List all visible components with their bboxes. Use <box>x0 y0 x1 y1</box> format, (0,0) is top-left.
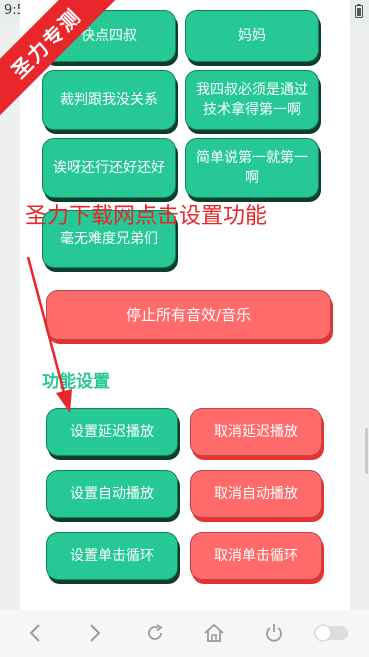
set-auto-play-button[interactable]: 设置自动播放 <box>46 470 178 518</box>
stop-all-label: 停止所有音效/音乐 <box>125 306 252 324</box>
sound-button-label: 裁判跟我没关系 <box>60 92 158 108</box>
sound-button-3[interactable]: 裁判跟我没关系 <box>42 70 176 130</box>
button-label: 取消单击循环 <box>214 548 298 564</box>
sound-button-2[interactable]: 妈妈 <box>185 10 319 62</box>
cancel-click-loop-button[interactable]: 取消单击循环 <box>190 532 322 580</box>
sound-button-label: 毫无难度兄弟们 <box>60 231 158 247</box>
battery-icon <box>355 4 363 18</box>
sound-button-label: 我四叔必须是通过技术拿得第一啊 <box>196 82 308 118</box>
sound-button-6[interactable]: 简单说第一就第一啊 <box>185 138 319 198</box>
sound-button-label: 快点四叔 <box>81 28 137 44</box>
home-icon[interactable] <box>203 623 225 643</box>
button-label: 设置自动播放 <box>70 486 154 502</box>
button-label: 取消延迟播放 <box>214 424 298 440</box>
set-delay-play-button[interactable]: 设置延迟播放 <box>46 408 178 456</box>
cancel-delay-play-button[interactable]: 取消延迟播放 <box>190 408 322 456</box>
sound-button-5[interactable]: 诶呀还行还好还好 <box>42 138 176 198</box>
stop-all-button[interactable]: 停止所有音效/音乐 <box>46 290 331 340</box>
refresh-icon[interactable] <box>145 623 165 643</box>
sound-button-4[interactable]: 我四叔必须是通过技术拿得第一啊 <box>185 70 319 130</box>
back-icon[interactable] <box>28 623 42 643</box>
button-label: 设置延迟播放 <box>70 424 154 440</box>
sound-button-label: 妈妈 <box>238 28 266 44</box>
sound-button-label: 诶呀还行还好还好 <box>53 160 165 176</box>
power-icon[interactable] <box>264 623 284 643</box>
arrow-icon <box>26 256 72 413</box>
sound-button-label: 简单说第一就第一啊 <box>196 150 308 186</box>
forward-icon[interactable] <box>88 623 102 643</box>
browser-bottom-nav <box>0 610 369 657</box>
toggle-icon[interactable] <box>313 622 349 644</box>
set-click-loop-button[interactable]: 设置单击循环 <box>46 532 178 580</box>
scrollbar[interactable] <box>365 428 368 474</box>
overlay-caption: 圣力下载网点击设置功能 <box>25 204 268 229</box>
cancel-auto-play-button[interactable]: 取消自动播放 <box>190 470 322 518</box>
button-label: 取消自动播放 <box>214 486 298 502</box>
button-label: 设置单击循环 <box>70 548 154 564</box>
